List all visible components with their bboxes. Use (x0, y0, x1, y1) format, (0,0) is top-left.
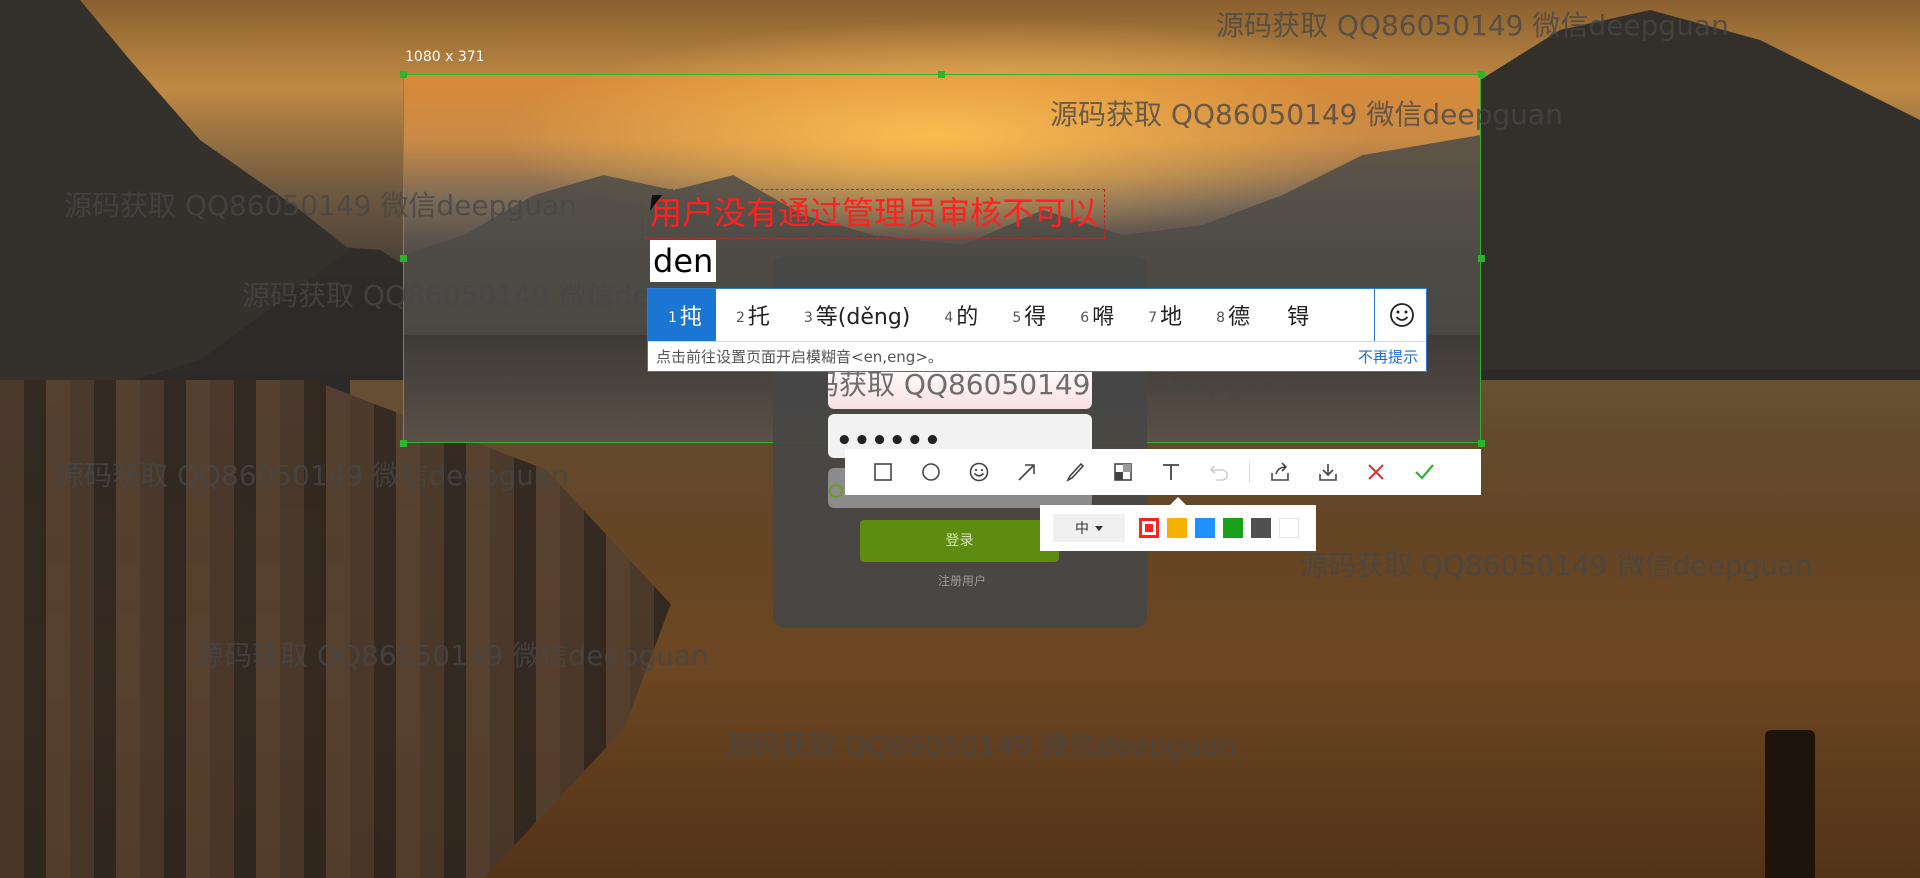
watermark: 源码获取 QQ86050149 微信deepguan (56, 459, 569, 492)
mosaic-tool[interactable] (1099, 449, 1147, 495)
resize-handle-e[interactable] (1478, 255, 1485, 262)
ime-candidate-window: 1扽 2托 3 等(děng) 4的 5得 6嘚 7地 8德 锝 点击前往设置页面… (647, 288, 1427, 372)
ime-candidate[interactable]: 6嘚 (1060, 289, 1128, 341)
mosaic-icon (1114, 463, 1132, 481)
ime-candidate[interactable]: 5得 (992, 289, 1060, 341)
ime-candidate[interactable]: 3 等(děng) (784, 289, 925, 341)
text-annotation[interactable]: 用户没有通过管理员审核不可以 (645, 189, 1106, 239)
undo-tool[interactable] (1195, 449, 1243, 495)
font-size-select[interactable]: 中 (1053, 514, 1125, 542)
square-outline-icon (874, 463, 892, 481)
watermark: 源码获取 QQ86050149 微信deepguan (724, 729, 1237, 762)
resize-handle-se[interactable] (1478, 440, 1485, 447)
color-swatch-red[interactable] (1139, 518, 1159, 538)
tower-silhouette (1765, 730, 1815, 878)
style-panel: 中 (1040, 505, 1316, 551)
resize-handle-n[interactable] (938, 71, 945, 78)
close-icon (1368, 464, 1384, 480)
watermark: 源码获取 QQ86050149 微信deepguan (64, 189, 577, 222)
emoji-tool[interactable] (955, 449, 1003, 495)
resize-handle-w[interactable] (400, 255, 407, 262)
ime-composition: den (650, 240, 717, 282)
screenshot-toolbar (845, 449, 1481, 495)
brush-icon (1066, 462, 1085, 482)
color-swatch-green[interactable] (1223, 518, 1243, 538)
selection-size-label: 1080 x 371 (405, 49, 485, 65)
cancel-tool[interactable] (1352, 449, 1400, 495)
register-link[interactable]: 注册用户 (938, 572, 986, 589)
smiley-icon (969, 462, 989, 482)
download-icon (1319, 464, 1337, 481)
ime-candidate[interactable]: 2托 (716, 289, 784, 341)
ellipse-tool[interactable] (907, 449, 955, 495)
resize-handle-ne[interactable] (1478, 71, 1485, 78)
ime-hint-text[interactable]: 点击前往设置页面开启模糊音<en,eng>。 (656, 348, 943, 366)
watermark: 源码获取 QQ86050149 微信deepguan (1300, 549, 1813, 582)
text-tool[interactable] (1147, 449, 1195, 495)
color-swatch-blue[interactable] (1195, 518, 1215, 538)
ime-candidate[interactable]: 1扽 (648, 289, 716, 341)
color-swatch-gray[interactable] (1251, 518, 1271, 538)
share-tool[interactable] (1256, 449, 1304, 495)
color-swatch-white[interactable] (1279, 518, 1299, 538)
ime-candidate[interactable]: 锝 (1264, 289, 1323, 341)
remember-radio[interactable] (829, 484, 843, 498)
text-t-icon (1163, 464, 1179, 480)
ime-candidate[interactable]: 8德 (1196, 289, 1264, 341)
arrow-tool[interactable] (1003, 449, 1051, 495)
circle-outline-icon (922, 463, 940, 481)
watermark: 源码获取 QQ86050149 微信deepguan (1216, 9, 1729, 42)
check-icon (1415, 464, 1434, 480)
save-tool[interactable] (1304, 449, 1352, 495)
toolbar-separator (1249, 461, 1250, 483)
ime-candidate[interactable]: 4的 (924, 289, 992, 341)
pen-tool[interactable] (1051, 449, 1099, 495)
undo-icon (1209, 465, 1228, 481)
watermark: 源码获取 QQ86050149 微信deepguan (1050, 98, 1563, 131)
ime-candidate-list: 1扽 2托 3 等(děng) 4的 5得 6嘚 7地 8德 锝 (648, 289, 1373, 341)
ime-hint-bar: 点击前往设置页面开启模糊音<en,eng>。 不再提示 (648, 341, 1426, 371)
panel-pointer (1170, 497, 1186, 505)
chevron-down-icon (1095, 525, 1103, 531)
arrow-up-right-icon (1018, 464, 1035, 481)
watermark: 源码获取 QQ86050149 微信deepguan (196, 639, 709, 672)
ime-candidate[interactable]: 7地 (1128, 289, 1196, 341)
confirm-tool[interactable] (1400, 449, 1448, 495)
share-icon (1271, 462, 1289, 481)
resize-handle-sw[interactable] (400, 440, 407, 447)
smiley-icon[interactable] (1374, 289, 1428, 341)
login-button[interactable]: 登录 (860, 520, 1059, 562)
color-swatch-yellow[interactable] (1167, 518, 1187, 538)
ime-dismiss-link[interactable]: 不再提示 (1358, 342, 1418, 372)
rectangle-tool[interactable] (859, 449, 907, 495)
resize-handle-nw[interactable] (400, 71, 407, 78)
